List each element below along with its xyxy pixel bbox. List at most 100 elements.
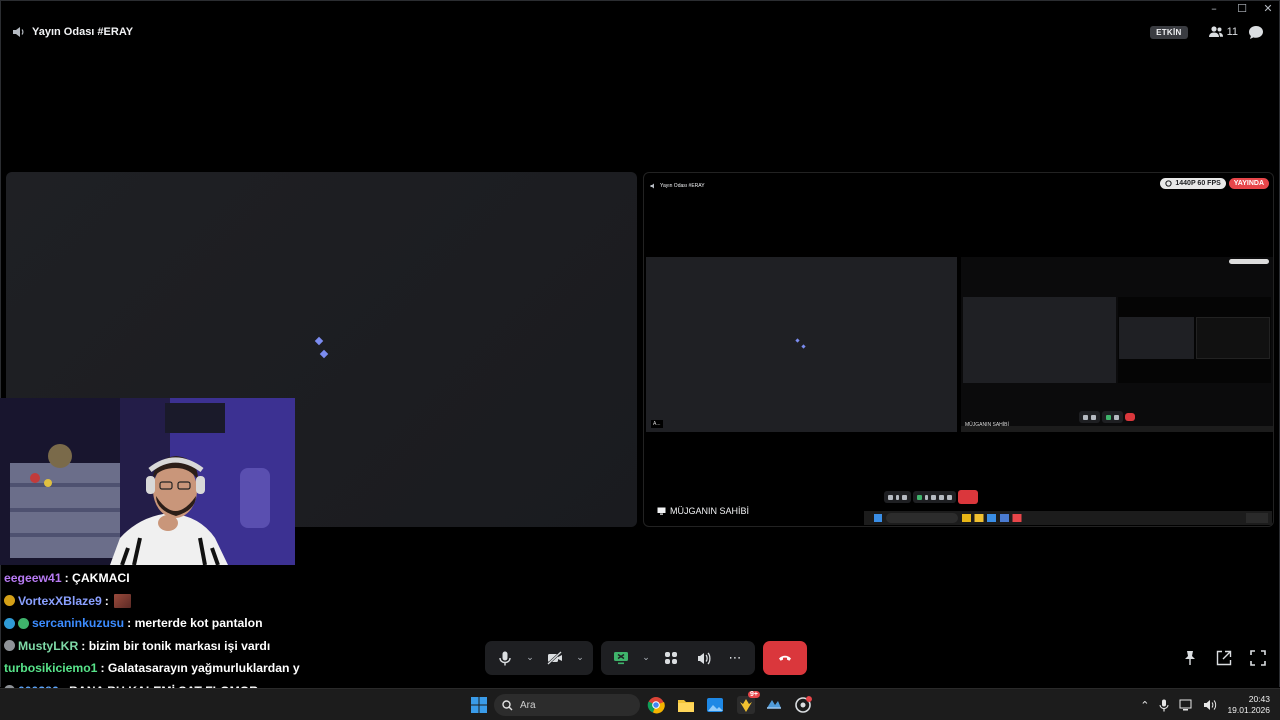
fullscreen-button[interactable]	[1248, 648, 1268, 668]
quality-icon	[1165, 180, 1173, 187]
mic-options-chevron-icon[interactable]: ⌄	[523, 644, 537, 672]
chat-icon[interactable]	[1248, 25, 1264, 40]
channel-header: Yayın Odası #ERAY	[12, 24, 133, 40]
popout-button[interactable]	[1214, 648, 1234, 668]
nested-deep-stream	[1118, 297, 1271, 383]
nested-spinner-icon	[795, 338, 806, 359]
audio-video-group: ⌄ ⌄	[485, 641, 593, 675]
screen-share-button[interactable]	[607, 644, 635, 672]
chat-username[interactable]: eegeew41	[4, 571, 62, 585]
hang-up-icon	[779, 655, 791, 661]
active-app-icon[interactable]: 9+	[737, 691, 760, 714]
nested-voice-icon	[650, 183, 654, 189]
activities-icon	[665, 652, 677, 664]
members-button[interactable]: 11	[1208, 26, 1238, 38]
share-group: ⌄ ⋯	[601, 641, 755, 675]
search-placeholder: Ara	[520, 699, 536, 711]
tray-overflow-icon[interactable]: ⌃	[1140, 699, 1149, 712]
chat-text: : ÇAKMACI	[64, 571, 130, 586]
call-control-bar: ⌄ ⌄ ⌄ ⋯	[485, 641, 807, 675]
photos-icon[interactable]	[706, 696, 724, 714]
chat-message: MustyLKR: bizim bir tonik markası işi va…	[0, 635, 300, 658]
more-options-button[interactable]: ⋯	[721, 644, 749, 672]
header-actions: ETKİN 11	[1150, 24, 1264, 40]
chat-username[interactable]: VortexXBlaze9	[18, 594, 102, 608]
notification-badge: 9+	[748, 691, 760, 698]
file-explorer-icon[interactable]	[677, 696, 695, 714]
nested-participant-tile: A...	[646, 257, 957, 432]
nested-control-bar	[1079, 411, 1135, 423]
chat-text: : merterde kot pantalon	[127, 616, 263, 631]
chat-message: VortexXBlaze9:	[0, 590, 300, 613]
resolution-text: 1440P 60 FPS	[1175, 180, 1221, 187]
streamer-webcam-image	[0, 398, 295, 565]
search-icon	[502, 699, 513, 710]
minimize-button[interactable]: –	[1203, 0, 1225, 16]
owner-name: MÜJGANIN SAHİBİ	[670, 506, 750, 516]
pin-icon	[1185, 651, 1195, 665]
maximize-button[interactable]: ☐	[1231, 0, 1253, 16]
chat-badge-icon	[4, 617, 15, 629]
chat-badge-icon	[4, 640, 15, 652]
chat-message: eegeew41: ÇAKMACI	[0, 567, 300, 590]
resolution-badge: 1440P 60 FPS	[1160, 178, 1226, 189]
stream-mic-group	[884, 491, 911, 503]
os-taskbar: Ara 9+ ⌃ 20:43 19.01.2026	[0, 688, 1280, 720]
screen-share-icon	[614, 652, 628, 665]
windows-start-icon[interactable]	[470, 696, 488, 714]
discord-icon[interactable]	[794, 696, 812, 714]
view-controls	[1180, 648, 1268, 668]
webcam-overlay	[0, 398, 295, 565]
steam-icon[interactable]	[765, 696, 783, 714]
nested-deep-tile	[963, 297, 1116, 383]
chrome-icon[interactable]	[647, 696, 665, 714]
tray-microphone-icon[interactable]	[1159, 699, 1169, 712]
live-badge: YAYINDA	[1228, 178, 1269, 189]
taskbar-search[interactable]: Ara	[494, 694, 640, 716]
stream-hangup	[958, 490, 978, 504]
channel-name: Yayın Odası #ERAY	[32, 26, 134, 38]
system-tray: ⌃ 20:43 19.01.2026	[1140, 689, 1270, 720]
mute-button[interactable]	[491, 644, 519, 672]
chat-username[interactable]: MustyLKR	[18, 639, 78, 653]
member-count: 11	[1226, 26, 1238, 38]
pin-button[interactable]	[1180, 648, 1200, 668]
chat-message: turbosikiciemo1: Galatasarayın yağmurluk…	[0, 657, 300, 680]
popout-icon	[1216, 650, 1232, 666]
network-icon[interactable]	[1179, 699, 1193, 711]
chat-text: : Galatasarayın yağmurluklardan y	[100, 661, 300, 676]
system-clock[interactable]: 20:43 19.01.2026	[1227, 694, 1270, 716]
voice-channel-icon	[13, 27, 24, 37]
fullscreen-icon	[1250, 650, 1266, 666]
stream-share-group	[913, 491, 956, 503]
stream-tile[interactable]: Yayın Odası #ERAY 1440P 60 FPS YAYINDA A…	[643, 172, 1274, 527]
nested-stream-tile: MÜJGANIN SAHİBİ	[961, 257, 1273, 432]
chat-text: : bizim bir tonik markası işi vardı	[81, 638, 271, 653]
close-button[interactable]: ✕	[1257, 0, 1279, 16]
nested-taskbar	[864, 511, 1272, 525]
status-pill[interactable]: ETKİN	[1150, 25, 1188, 39]
camera-off-icon	[547, 651, 562, 665]
game-app-icon	[740, 699, 752, 712]
nested-tile-name: A...	[651, 420, 663, 428]
soundboard-icon	[697, 652, 711, 664]
share-options-chevron-icon[interactable]: ⌄	[639, 644, 653, 672]
chat-username[interactable]: turbosikiciemo1	[4, 661, 97, 675]
chat-badge-icon	[18, 617, 29, 629]
stream-badges: 1440P 60 FPS YAYINDA	[1160, 178, 1269, 189]
chat-username[interactable]: sercaninkuzusu	[32, 616, 124, 630]
activities-button[interactable]	[657, 644, 685, 672]
members-icon	[1208, 26, 1223, 37]
chat-text: :	[104, 593, 109, 608]
camera-button[interactable]	[541, 644, 569, 672]
stream-owner-label: MÜJGANIN SAHİBİ	[652, 504, 755, 518]
stream-control-bar	[884, 490, 978, 504]
disconnect-button[interactable]	[763, 641, 807, 675]
camera-options-chevron-icon[interactable]: ⌄	[573, 644, 587, 672]
voice-channel-window: – ☐ ✕ Yayın Odası #ERAY ETKİN 11 Yayın O…	[0, 0, 1280, 720]
nested-title-text: Yayın Odası #ERAY	[660, 183, 705, 189]
clock-time: 20:43	[1248, 694, 1270, 704]
chat-message: sercaninkuzusu: merterde kot pantalon	[0, 612, 300, 635]
soundboard-button[interactable]	[689, 644, 717, 672]
volume-icon[interactable]	[1203, 699, 1217, 711]
